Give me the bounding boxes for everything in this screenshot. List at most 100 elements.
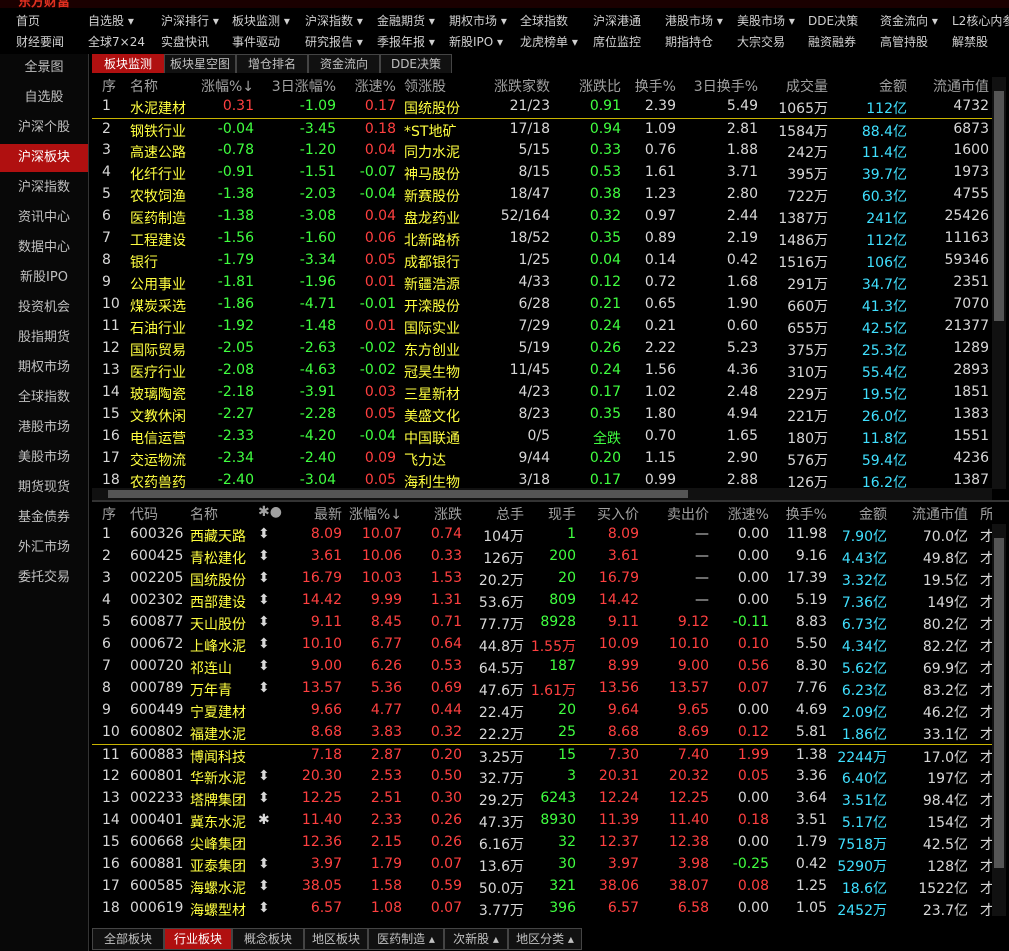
- nav-item[interactable]: 沪深指数: [0, 174, 88, 202]
- menu-item[interactable]: 沪深港通: [593, 12, 641, 29]
- menu-item[interactable]: 全球7×24: [88, 33, 145, 50]
- sector-header-cell[interactable]: 领涨股: [404, 76, 446, 96]
- bottom-tab[interactable]: 次新股 ▴: [444, 928, 508, 950]
- menu-item[interactable]: 解禁股: [952, 33, 988, 50]
- stock-row[interactable]: 8 000789 万年青 ⬍ 13.57 5.36 0.69 47.6万 1.61万 13.56 1…: [92, 678, 992, 700]
- menu-item[interactable]: 研究报告 ▾: [305, 33, 363, 50]
- stock-row[interactable]: 12 600801 华新水泥 ⬍ 20.30 2.53 0.50 32.7万 3 20.31 20.…: [92, 766, 992, 788]
- stock-row[interactable]: 13 002233 塔牌集团 ⬍ 12.25 2.51 0.30 29.2万 6243 12.24…: [92, 788, 992, 810]
- sector-header-cell[interactable]: 涨跌比: [571, 76, 621, 96]
- top-tab[interactable]: 板块星空图: [164, 54, 236, 73]
- menu-item[interactable]: 大宗交易: [737, 33, 785, 50]
- nav-item[interactable]: 期权市场: [0, 354, 88, 382]
- menu-item[interactable]: 席位监控: [593, 33, 641, 50]
- menu-item[interactable]: 全球指数: [520, 12, 568, 29]
- stock-row[interactable]: 11 600883 博闻科技 7.18 2.87 0.20 3.25万 15 7.30 7.40 1…: [92, 744, 992, 767]
- stock-header-cell[interactable]: 金额: [827, 504, 887, 524]
- sector-header-cell[interactable]: 涨幅%↓: [184, 76, 254, 96]
- menu-item[interactable]: 龙虎榜单 ▾: [520, 33, 578, 50]
- menu-item[interactable]: 事件驱动: [232, 33, 280, 50]
- nav-item[interactable]: 新股IPO: [0, 264, 88, 292]
- sector-row[interactable]: 1 水泥建材 0.31 -1.09 0.17 国统股份 21/23 0.91 2.39 5.49 1…: [92, 96, 992, 118]
- sector-row[interactable]: 15 文教休闲 -2.27 -2.28 0.05 美盛文化 8/23 0.35 1.80 4.94…: [92, 404, 992, 426]
- menu-item[interactable]: 新股IPO ▾: [449, 33, 503, 50]
- menu-item[interactable]: 资金流向 ▾: [880, 12, 938, 29]
- stock-row[interactable]: 7 000720 祁连山 ⬍ 9.00 6.26 0.53 64.5万 187 8.99 9.00 0…: [92, 656, 992, 678]
- sector-row[interactable]: 16 电信运营 -2.33 -4.20 -0.04 中国联通 0/5 全跌 0.70 1.65 18…: [92, 426, 992, 448]
- menu-item[interactable]: 沪深指数 ▾: [305, 12, 363, 29]
- nav-item[interactable]: 港股市场: [0, 414, 88, 442]
- stock-row[interactable]: 17 600585 海螺水泥 ⬍ 38.05 1.58 0.59 50.0万 321 38.06 3…: [92, 876, 992, 898]
- stock-header-cell[interactable]: 现手: [526, 504, 576, 524]
- sector-header-cell[interactable]: 涨跌家数: [470, 76, 550, 96]
- stock-header-cell[interactable]: 最新: [282, 504, 342, 524]
- sector-header-cell[interactable]: 名称: [130, 76, 158, 96]
- stock-row[interactable]: 15 600668 尖峰集团 12.36 2.15 0.26 6.16万 32 12.37 12.…: [92, 832, 992, 854]
- sector-header-cell[interactable]: 3日涨幅%: [266, 76, 336, 96]
- sector-row[interactable]: 3 高速公路 -0.78 -1.20 0.04 同力水泥 5/15 0.33 0.76 1.88 2…: [92, 140, 992, 162]
- menu-item[interactable]: 高管持股: [880, 33, 928, 50]
- nav-item[interactable]: 数据中心: [0, 234, 88, 262]
- bottom-tab[interactable]: 全部板块: [92, 928, 164, 950]
- stock-row[interactable]: 4 002302 西部建设 ⬍ 14.42 9.99 1.31 53.6万 809 14.42 — 0…: [92, 590, 992, 612]
- stock-header-cell[interactable]: ✱●: [258, 504, 282, 520]
- menu-item[interactable]: 期指持仓: [665, 33, 713, 50]
- sector-row[interactable]: 7 工程建设 -1.56 -1.60 0.06 北新路桥 18/52 0.35 0.89 2.19…: [92, 228, 992, 250]
- menu-item[interactable]: 自选股 ▾: [88, 12, 134, 29]
- nav-item[interactable]: 基金债券: [0, 504, 88, 532]
- sector-header-cell[interactable]: 金额: [837, 76, 907, 96]
- sector-header-cell[interactable]: 序: [102, 76, 116, 96]
- nav-item[interactable]: 委托交易: [0, 564, 88, 592]
- sector-hscroll[interactable]: [92, 488, 992, 500]
- menu-item[interactable]: 沪深排行 ▾: [161, 12, 219, 29]
- sector-row[interactable]: 17 交运物流 -2.34 -2.40 0.09 飞力达 9/44 0.20 1.15 2.90 5…: [92, 448, 992, 470]
- sector-row[interactable]: 4 化纤行业 -0.91 -1.51 -0.07 神马股份 8/15 0.53 1.61 3.71…: [92, 162, 992, 184]
- stock-header-cell[interactable]: 序: [102, 504, 116, 524]
- sector-row[interactable]: 14 玻璃陶瓷 -2.18 -3.91 0.03 三星新材 4/23 0.17 1.02 2.48…: [92, 382, 992, 404]
- stock-header-cell[interactable]: 流通市值: [898, 504, 968, 524]
- sector-vscroll[interactable]: [992, 77, 1006, 489]
- nav-item[interactable]: 全球指数: [0, 384, 88, 412]
- nav-item[interactable]: 期货现货: [0, 474, 88, 502]
- nav-item[interactable]: 股指期货: [0, 324, 88, 352]
- nav-item[interactable]: 投资机会: [0, 294, 88, 322]
- menu-item[interactable]: 首页: [16, 12, 40, 29]
- stock-vscroll[interactable]: [992, 524, 1006, 916]
- sector-vscroll-thumb[interactable]: [994, 91, 1004, 321]
- sector-hscroll-thumb[interactable]: [108, 490, 688, 498]
- top-tab[interactable]: 增仓排名: [236, 54, 308, 73]
- menu-item[interactable]: 期权市场 ▾: [449, 12, 507, 29]
- top-tab[interactable]: DDE决策: [380, 54, 452, 73]
- bottom-tab[interactable]: 行业板块: [164, 928, 232, 950]
- stock-row[interactable]: 3 002205 国统股份 ⬍ 16.79 10.03 1.53 20.2万 20 16.79 — 0…: [92, 568, 992, 590]
- stock-header-cell[interactable]: 涨幅%↓: [342, 504, 402, 524]
- stock-header-cell[interactable]: 换手%: [777, 504, 827, 524]
- bottom-tab[interactable]: 地区板块: [304, 928, 368, 950]
- nav-item[interactable]: 沪深板块: [0, 144, 88, 172]
- stock-row[interactable]: 14 000401 冀东水泥 ✱ 11.40 2.33 0.26 47.3万 8930 11.39…: [92, 810, 992, 832]
- stock-row[interactable]: 10 600802 福建水泥 8.68 3.83 0.32 22.2万 25 8.68 8.69 0…: [92, 722, 992, 744]
- menu-item[interactable]: 融资融券: [808, 33, 856, 50]
- stock-header-cell[interactable]: 涨跌: [412, 504, 462, 524]
- menu-item[interactable]: 财经要闻: [16, 33, 64, 50]
- top-tab[interactable]: 资金流向: [308, 54, 380, 73]
- menu-item[interactable]: L2核心内参: [952, 12, 1009, 29]
- menu-item[interactable]: 实盘快讯: [161, 33, 209, 50]
- sector-row[interactable]: 13 医疗行业 -2.08 -4.63 -0.02 冠昊生物 11/45 0.24 1.56 4.…: [92, 360, 992, 382]
- nav-item[interactable]: 资讯中心: [0, 204, 88, 232]
- stock-header-cell[interactable]: 名称: [190, 504, 218, 524]
- menu-item[interactable]: DDE决策: [808, 12, 858, 29]
- stock-header-cell[interactable]: 总手: [464, 504, 524, 524]
- sector-header-cell[interactable]: 涨速%: [346, 76, 396, 96]
- sector-row[interactable]: 10 煤炭采选 -1.86 -4.71 -0.01 开滦股份 6/28 0.21 0.65 1.9…: [92, 294, 992, 316]
- nav-item[interactable]: 沪深个股: [0, 114, 88, 142]
- sector-row[interactable]: 8 银行 -1.79 -3.34 0.05 成都银行 1/25 0.04 0.14 0.42 151…: [92, 250, 992, 272]
- menu-item[interactable]: 季报年报 ▾: [377, 33, 435, 50]
- bottom-tab[interactable]: 概念板块: [232, 928, 304, 950]
- menu-item[interactable]: 美股市场 ▾: [737, 12, 795, 29]
- sector-row[interactable]: 12 国际贸易 -2.05 -2.63 -0.02 东方创业 5/19 0.26 2.22 5.2…: [92, 338, 992, 360]
- sector-header-cell[interactable]: 成交量: [758, 76, 828, 96]
- bottom-tab[interactable]: 医药制造 ▴: [368, 928, 444, 950]
- top-tab[interactable]: 板块监测: [92, 54, 164, 73]
- stock-row[interactable]: 1 600326 西藏天路 ⬍ 8.09 10.07 0.74 104万 1 8.09 — 0.00 1…: [92, 524, 992, 546]
